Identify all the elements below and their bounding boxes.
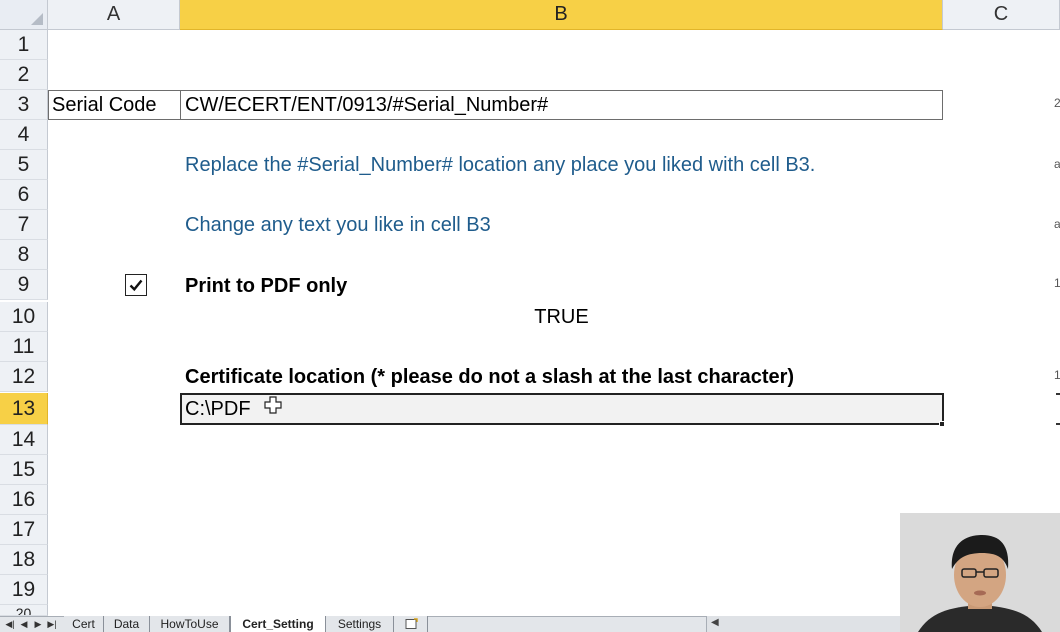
sheet-tab-howtouse[interactable]: HowToUse (150, 616, 230, 632)
row-header-11[interactable]: 11 (0, 332, 48, 362)
column-c-overflow-mark: 1 (1054, 276, 1060, 290)
row-header-2[interactable]: 2 (0, 60, 48, 90)
row-header-10[interactable]: 10 (0, 302, 48, 332)
last-sheet-icon[interactable]: ▶| (46, 616, 58, 632)
column-c-overflow-mark: a (1054, 217, 1060, 231)
row-header-6[interactable]: 6 (0, 180, 48, 210)
row-header-17[interactable]: 17 (0, 515, 48, 545)
row-header-20[interactable]: 20 (0, 605, 48, 616)
next-sheet-icon[interactable]: ▶ (32, 616, 44, 632)
sheet-tab-settings[interactable]: Settings (326, 616, 394, 632)
cell-b3[interactable]: CW/ECERT/ENT/0913/#Serial_Number# (185, 90, 548, 120)
row-header-1[interactable]: 1 (0, 30, 48, 60)
column-c-border-mark (1056, 393, 1060, 395)
checkmark-icon (129, 279, 143, 292)
row-header-19[interactable]: 19 (0, 575, 48, 605)
webcam-overlay (900, 513, 1060, 632)
row-header-3[interactable]: 3 (0, 90, 48, 120)
row-header-18[interactable]: 18 (0, 545, 48, 575)
row-header-15[interactable]: 15 (0, 455, 48, 485)
prev-sheet-icon[interactable]: ◀ (18, 616, 30, 632)
row-header-14[interactable]: 14 (0, 425, 48, 455)
row-header-16[interactable]: 16 (0, 485, 48, 515)
sheet-tab-cert-setting[interactable]: Cert_Setting (230, 616, 326, 632)
cell-b12[interactable]: Certificate location (* please do not a … (185, 362, 794, 392)
select-all-corner[interactable] (0, 0, 48, 30)
cell-a3[interactable]: Serial Code (52, 90, 157, 120)
horizontal-scrollbar[interactable]: ◀ (706, 616, 900, 632)
row-header-9[interactable]: 9 (0, 270, 48, 300)
column-c-overflow-mark: 2 (1054, 96, 1060, 110)
row-header-12[interactable]: 12 (0, 362, 48, 392)
cell-b9[interactable]: Print to PDF only (185, 271, 347, 301)
serial-code-cell-divider (180, 90, 181, 120)
column-header-b[interactable]: B (180, 0, 943, 30)
presenter-video-icon (900, 513, 1060, 632)
cell-select-cursor-icon (264, 396, 282, 414)
cell-b10[interactable]: TRUE (180, 302, 943, 332)
column-c-overflow-mark: a (1054, 157, 1060, 171)
cell-b13[interactable]: C:\PDF (185, 393, 251, 425)
column-c-overflow-mark: 1 (1054, 368, 1060, 382)
sheet-tab-cert[interactable]: Cert (64, 616, 104, 632)
row-header-7[interactable]: 7 (0, 210, 48, 240)
first-sheet-icon[interactable]: ◀| (4, 616, 16, 632)
row-header-4[interactable]: 4 (0, 120, 48, 150)
new-sheet-icon[interactable] (394, 616, 428, 632)
print-pdf-checkbox[interactable] (125, 274, 147, 296)
row-header-5[interactable]: 5 (0, 150, 48, 180)
sheet-tab-data[interactable]: Data (104, 616, 150, 632)
column-c-border-mark (1056, 423, 1060, 425)
column-header-c[interactable]: C (943, 0, 1060, 30)
cell-b7[interactable]: Change any text you like in cell B3 (185, 210, 491, 240)
selected-cell-b13[interactable] (180, 393, 944, 425)
cell-b5[interactable]: Replace the #Serial_Number# location any… (185, 150, 815, 180)
column-header-a[interactable]: A (48, 0, 180, 30)
row-header-8[interactable]: 8 (0, 240, 48, 270)
row-header-13[interactable]: 13 (0, 393, 48, 425)
fill-handle[interactable] (939, 421, 945, 427)
